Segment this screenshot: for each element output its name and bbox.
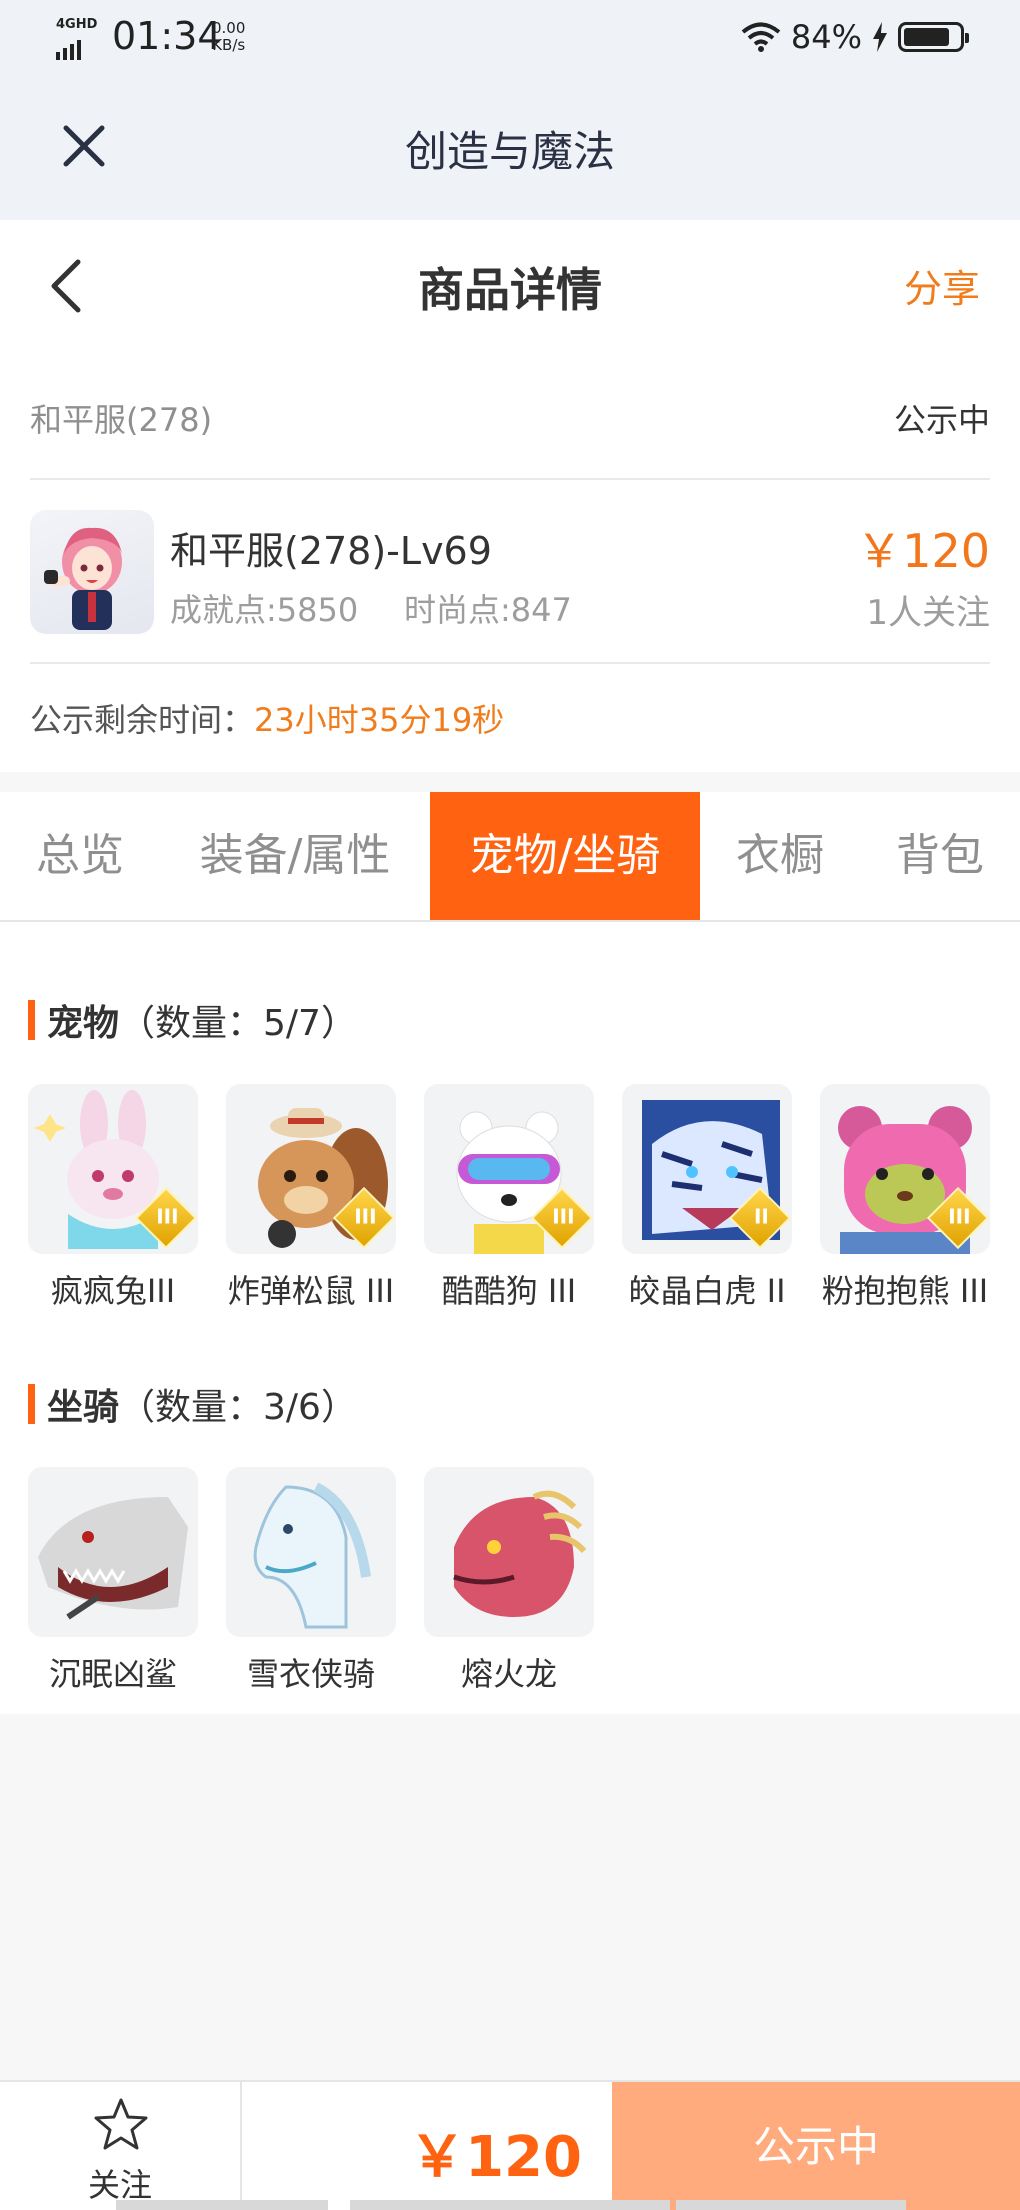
app-bar: 创造与魔法: [0, 78, 1020, 220]
pet-item[interactable]: II 皎晶白虎 II: [622, 1084, 792, 1312]
achievement-points: 成就点:5850: [170, 591, 359, 629]
star-icon: [94, 2098, 148, 2150]
shark-icon: [38, 1497, 188, 1620]
battery-fill: [904, 28, 950, 46]
pet-item[interactable]: III 酷酷狗 III: [424, 1084, 594, 1312]
network-indicator: 4GHD: [56, 17, 98, 60]
mount-thumbnail: [28, 1467, 198, 1637]
mount-item[interactable]: 熔火龙: [424, 1467, 594, 1695]
status-bar: 4GHD 01:34 0.00 KB/s 84%: [0, 0, 1020, 78]
horse-icon: [253, 1482, 371, 1629]
pet-name: 皎晶白虎 II: [628, 1272, 786, 1310]
mount-name: 熔火龙: [460, 1655, 557, 1693]
mounts-section-title: 坐骑 （数量：3/6）: [28, 1378, 357, 1430]
mount-name: 雪衣侠骑: [246, 1655, 375, 1693]
pet-name: 酷酷狗 III: [441, 1272, 577, 1310]
tab-overview[interactable]: 总览: [0, 792, 160, 920]
server-name: 和平服(278): [30, 401, 213, 439]
status-right: 84%: [741, 18, 969, 56]
detail-tabs: 总览 装备/属性 宠物/坐骑 衣橱 背包: [0, 792, 1020, 922]
listing-info: 和平服(278) 公示中 和平服(278)-Lv69 成就点:5850 时尚点:…: [0, 350, 1020, 772]
tab-bag[interactable]: 背包: [860, 792, 1020, 920]
tab-pets-mounts[interactable]: 宠物/坐骑: [430, 792, 700, 920]
pet-thumbnail: III: [820, 1084, 990, 1254]
pet-item[interactable]: III 粉抱抱熊 III: [820, 1084, 990, 1312]
bottom-action-bar: 关注 ￥120 公示中: [0, 2080, 1020, 2210]
pets-count: （数量：5/7）: [119, 1003, 357, 1044]
battery-icon: [898, 22, 969, 52]
battery-percent: 84%: [790, 18, 862, 56]
listing-status: 公示中: [893, 401, 990, 439]
mounts-count: （数量：3/6）: [119, 1387, 357, 1428]
buy-button-disabled[interactable]: 公示中: [612, 2082, 1020, 2210]
network-type: 4GHD: [56, 17, 98, 32]
network-speed: 0.00 KB/s: [212, 20, 245, 54]
mounts-title: 坐骑: [47, 1387, 120, 1428]
pet-thumbnail: III: [226, 1084, 396, 1254]
signal-icon: [56, 40, 81, 60]
section-accent-bar: [28, 1000, 35, 1040]
pet-name: 粉抱抱熊 III: [821, 1272, 989, 1310]
mount-item[interactable]: 雪衣侠骑: [226, 1467, 396, 1695]
nav-indicator: [116, 2200, 328, 2210]
charging-icon: [873, 22, 887, 52]
wifi-icon: [741, 22, 781, 52]
character-name: 和平服(278)-Lv69: [170, 529, 492, 573]
nav-indicator: [676, 2200, 906, 2210]
pet-thumbnail: II: [622, 1084, 792, 1254]
pet-item[interactable]: III 疯疯兔III: [28, 1084, 198, 1312]
fashion-points: 时尚点:847: [404, 591, 572, 629]
character-portrait: [44, 527, 122, 630]
remaining-time-label: 公示剩余时间：: [30, 701, 255, 739]
section-accent-bar: [28, 1384, 35, 1424]
pets-mounts-panel: 宠物 （数量：5/7） III 疯疯兔III III 炸弹松鼠 III III …: [0, 922, 1020, 1714]
speed-value: 0.00: [212, 19, 246, 37]
pets-title: 宠物: [47, 1003, 120, 1044]
dragon-icon: [453, 1490, 587, 1617]
mount-thumbnail: [424, 1467, 594, 1637]
divider: [30, 662, 990, 664]
share-button[interactable]: 分享: [904, 258, 980, 313]
pet-item[interactable]: III 炸弹松鼠 III: [226, 1084, 396, 1312]
page-header: 商品详情 分享: [0, 220, 1020, 350]
mount-name: 沉眠凶鲨: [48, 1655, 177, 1693]
nav-indicator: [350, 2200, 670, 2210]
clock: 01:34: [112, 14, 222, 58]
app-title: 创造与魔法: [404, 127, 615, 176]
listing-price: ￥120: [856, 524, 990, 578]
mount-thumbnail: [226, 1467, 396, 1637]
divider: [30, 478, 990, 480]
pet-thumbnail: III: [424, 1084, 594, 1254]
page-title: 商品详情: [418, 263, 602, 317]
follow-button[interactable]: 关注: [0, 2082, 242, 2210]
speed-unit: KB/s: [212, 36, 246, 54]
pet-name: 炸弹松鼠 III: [227, 1272, 395, 1310]
follower-count: 1人关注: [866, 593, 990, 633]
bottom-price: ￥120: [409, 2125, 582, 2190]
pet-thumbnail: III: [28, 1084, 198, 1254]
pets-section-title: 宠物 （数量：5/7）: [28, 994, 357, 1046]
tab-equipment[interactable]: 装备/属性: [160, 792, 430, 920]
remaining-time-value: 23小时35分19秒: [254, 701, 505, 739]
pet-name: 疯疯兔III: [50, 1272, 176, 1310]
character-avatar[interactable]: [30, 510, 154, 634]
remaining-time: 公示剩余时间：23小时35分19秒: [30, 695, 504, 741]
tab-wardrobe[interactable]: 衣橱: [700, 792, 860, 920]
mount-item[interactable]: 沉眠凶鲨: [28, 1467, 198, 1695]
